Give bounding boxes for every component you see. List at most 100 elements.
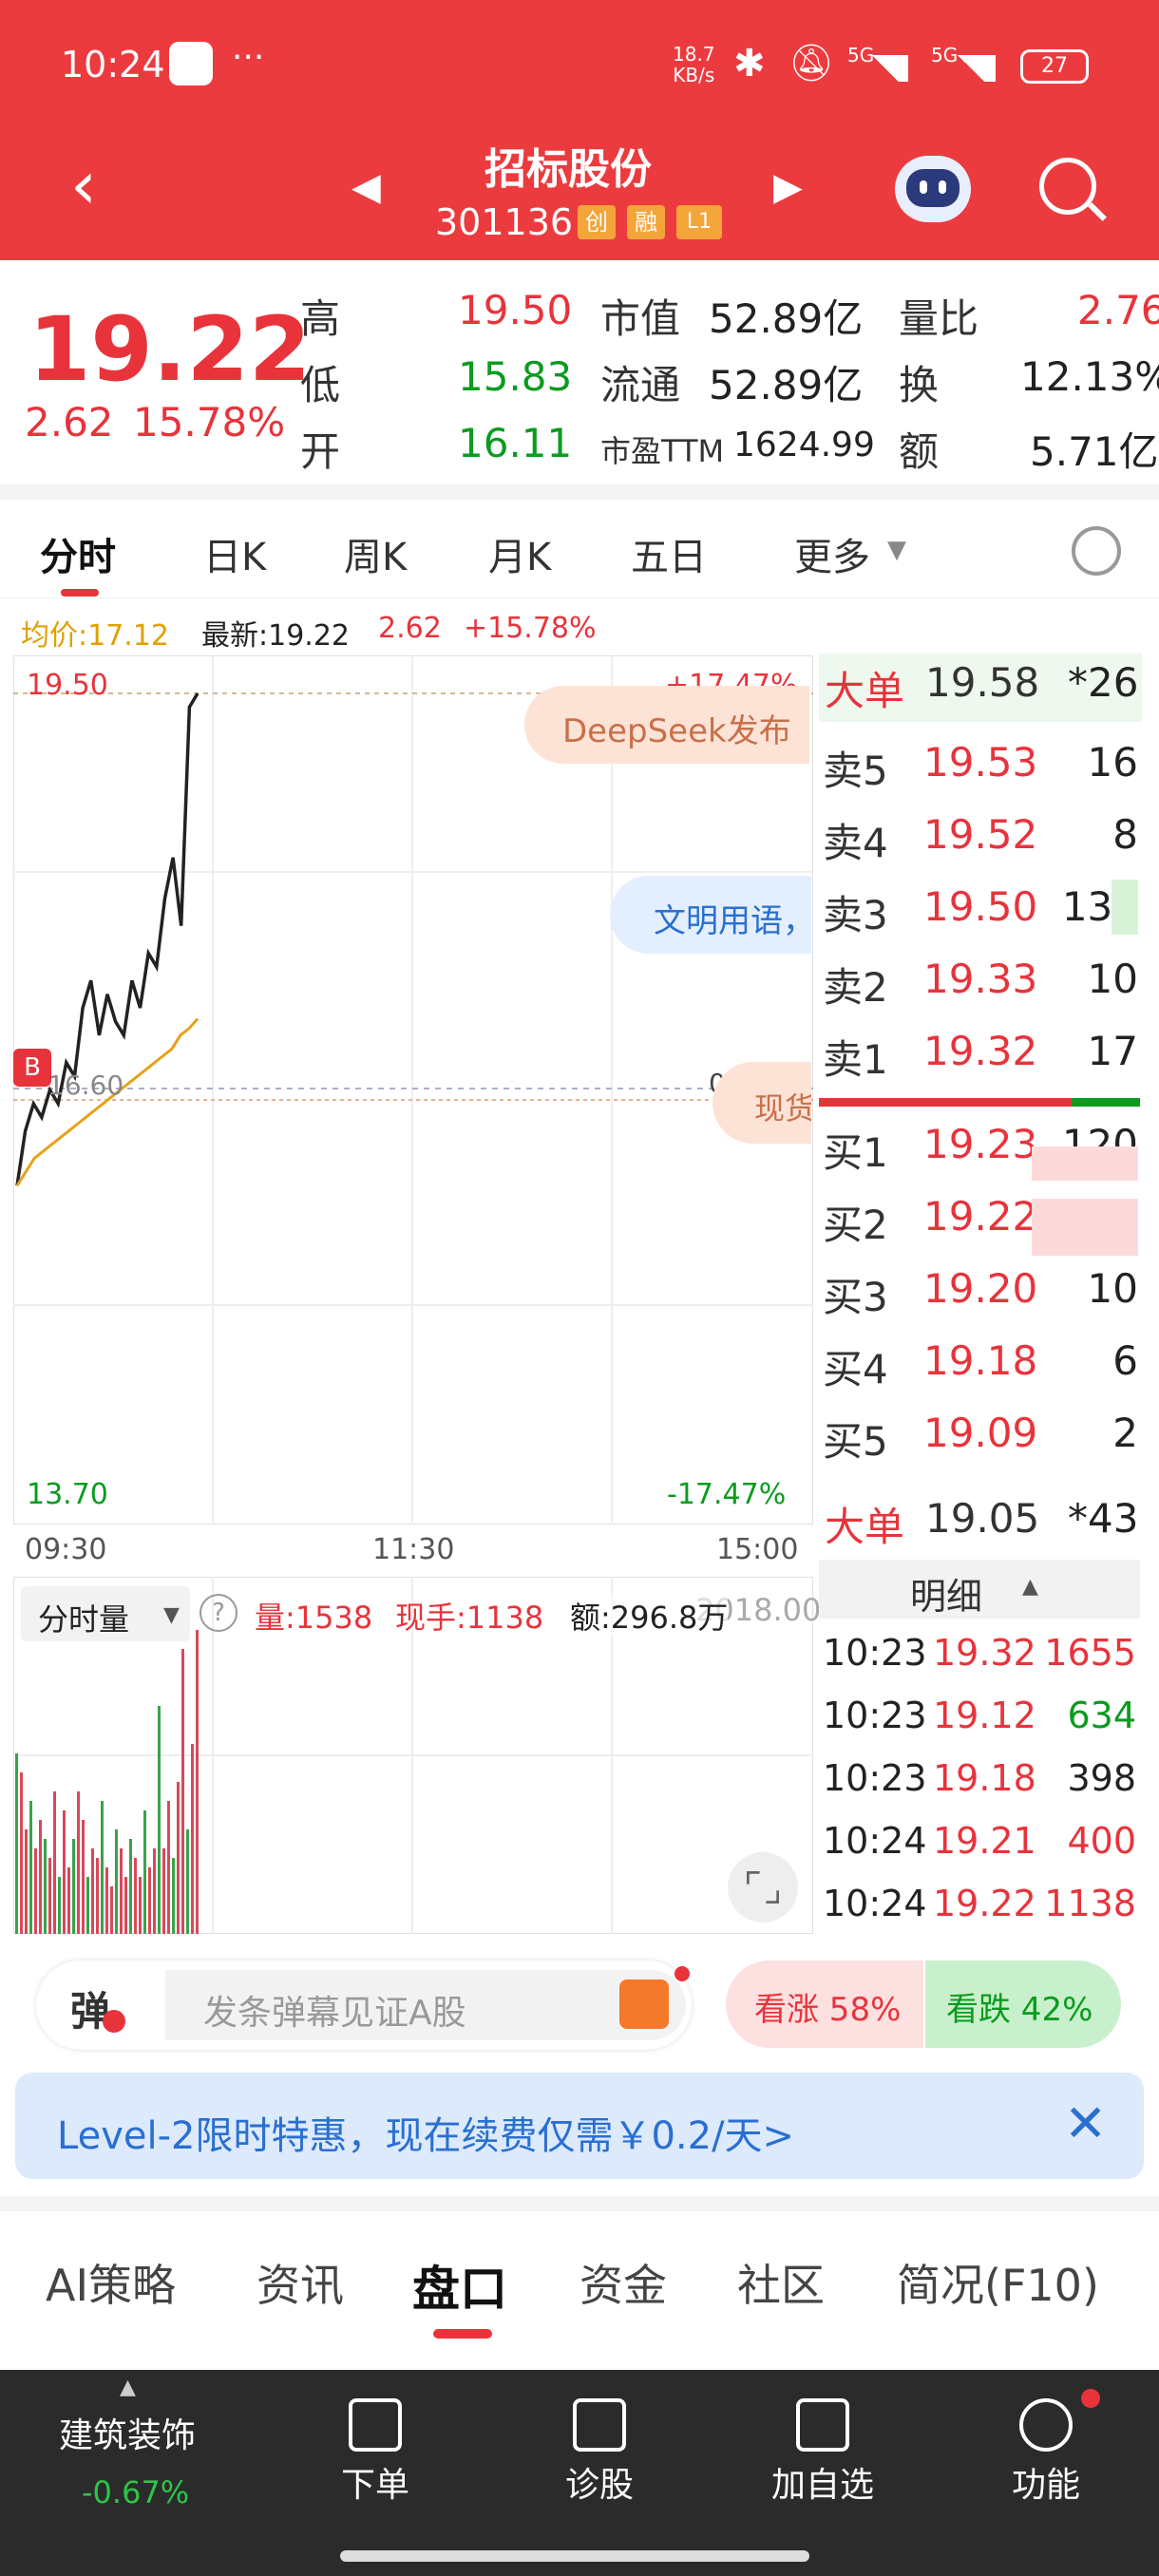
- bearish-label: 看跌 42%: [946, 1991, 1093, 2029]
- back-arrow-icon[interactable]: ‹: [70, 152, 97, 218]
- home-indicator: [340, 2550, 809, 2562]
- trade-row: 10:24 19.22 1138: [823, 1877, 1140, 1940]
- trade-time: 10:23: [823, 1695, 927, 1736]
- app-notification-icon: [169, 42, 213, 85]
- help-icon[interactable]: ?: [200, 1594, 238, 1632]
- danmu-bar[interactable]: 弹 发条弹幕见证A股: [36, 1960, 692, 2050]
- bid-volume: 10: [1087, 1265, 1138, 1312]
- battery-icon: 27: [1020, 49, 1089, 84]
- trade-volume: 634: [1067, 1695, 1136, 1736]
- tab-intraday[interactable]: 分时: [40, 526, 116, 581]
- bid-row-5[interactable]: 买5 19.09 2: [823, 1402, 1140, 1474]
- ask-volume: 8: [1112, 811, 1138, 858]
- volume-selector[interactable]: 分时量 ▼: [21, 1586, 190, 1641]
- ask-row-5[interactable]: 卖1 19.32 17: [823, 1020, 1140, 1092]
- trade-row: 10:23 19.18 398: [823, 1752, 1140, 1814]
- ask-row-3[interactable]: 卖3 19.50 131: [823, 876, 1140, 948]
- nav-diagnose[interactable]: 诊股: [557, 2398, 642, 2507]
- volume-bar: [101, 1801, 104, 1934]
- nav-order[interactable]: 下单: [332, 2398, 418, 2507]
- ai-robot-icon[interactable]: [895, 156, 971, 222]
- tab-daily-k[interactable]: 日K: [203, 526, 266, 581]
- tab-weekly-k[interactable]: 周K: [344, 526, 407, 581]
- quote-panel: 19.22 2.62 15.78% 高 19.50 低 15.83 开 16.1…: [0, 260, 1159, 484]
- ask-price: 19.33: [923, 956, 1038, 1002]
- trade-volume: 1138: [1044, 1883, 1136, 1924]
- tab-order-book[interactable]: 盘口: [412, 2251, 507, 2320]
- tab-five-day[interactable]: 五日: [631, 526, 707, 581]
- promo-banner[interactable]: Level-2限时特惠，现在续费仅需￥0.2/天> ✕: [15, 2073, 1144, 2179]
- big-order-top-val: *26: [1068, 659, 1139, 706]
- nav-functions[interactable]: 功能: [1003, 2398, 1089, 2507]
- tab-ai-strategy[interactable]: AI策略: [46, 2251, 176, 2314]
- status-bar: 10:24 ··· 18.7 KB/s ✱ 🔕︎ 5G 5G 27: [0, 0, 1159, 133]
- tab-monthly-k[interactable]: 月K: [488, 526, 551, 581]
- volume-bar: [129, 1839, 132, 1934]
- ask-row-4[interactable]: 卖2 19.33 10: [823, 948, 1140, 1020]
- trade-time: 10:24: [823, 1883, 927, 1924]
- intraday-chart[interactable]: [13, 655, 813, 1525]
- ask-price: 19.53: [923, 739, 1038, 786]
- danmu-input[interactable]: 发条弹幕见证A股: [165, 1966, 690, 2040]
- news-banner-2[interactable]: 文明用语，: [610, 876, 811, 954]
- search-icon-handle: [1088, 202, 1107, 221]
- nav-add-watchlist[interactable]: 加自选: [766, 2398, 880, 2507]
- order-icon: [349, 2398, 402, 2452]
- tab-profile[interactable]: 简况(F10): [897, 2251, 1099, 2314]
- news-banner-1[interactable]: DeepSeek发布: [524, 686, 809, 764]
- signal-icon-1: [863, 55, 908, 82]
- news-banner-3[interactable]: 现货: [712, 1062, 811, 1144]
- pe-value: 1624.99: [733, 426, 875, 464]
- bullish-button[interactable]: 看涨 58%: [726, 1960, 923, 2048]
- gift-badge: [674, 1966, 690, 1981]
- volume-bar: [177, 1782, 180, 1934]
- pe-label: 市盈TTM: [600, 433, 725, 469]
- buy-marker[interactable]: B: [13, 1049, 51, 1087]
- bid-bar: [1072, 1098, 1140, 1107]
- tab-news[interactable]: 资讯: [256, 2251, 344, 2314]
- volume-bar: [77, 1791, 80, 1934]
- functions-badge: [1081, 2389, 1100, 2408]
- tab-funds[interactable]: 资金: [580, 2251, 667, 2314]
- detail-header[interactable]: 明细 ▲: [819, 1560, 1140, 1619]
- signal-icon-2: [946, 55, 996, 82]
- amount-label: 额: [899, 428, 940, 475]
- ask-volume: 16: [1087, 739, 1138, 786]
- bid-price: 19.20: [923, 1265, 1038, 1312]
- gift-icon[interactable]: [619, 1979, 669, 2029]
- badge-rong: 融: [627, 205, 665, 239]
- close-icon[interactable]: ✕: [1064, 2093, 1107, 2153]
- volume-bar: [15, 1753, 18, 1934]
- y-mid-label: 16.60: [48, 1070, 124, 1101]
- bid-row-3[interactable]: 买3 19.20 10: [823, 1258, 1140, 1330]
- volume-chevron-icon: ▼: [163, 1603, 180, 1627]
- volume-amount: 额:296.8万: [570, 1594, 729, 1638]
- low-value: 15.83: [458, 353, 573, 400]
- volume-bar: [44, 1839, 47, 1934]
- mktcap-label: 市值: [600, 295, 681, 342]
- float-label: 流通: [600, 362, 681, 408]
- bearish-button[interactable]: 看跌 42%: [925, 1960, 1121, 2048]
- bid-row-4[interactable]: 买4 19.18 6: [823, 1330, 1140, 1402]
- info-change: 2.62: [378, 612, 442, 645]
- nav-add-watchlist-label: 加自选: [770, 2466, 874, 2505]
- bid-label: 买4: [823, 1346, 888, 1392]
- open-value: 16.11: [458, 420, 573, 466]
- expand-icon[interactable]: [728, 1852, 798, 1923]
- sector-name[interactable]: 建筑装饰: [59, 2408, 196, 2457]
- volume-bar: [158, 1706, 161, 1934]
- tab-indicator: [61, 589, 99, 597]
- settings-icon[interactable]: [1072, 526, 1121, 576]
- ask-row-2[interactable]: 卖4 19.52 8: [823, 804, 1140, 876]
- ask-volume: 10: [1087, 956, 1138, 1002]
- trade-volume: 398: [1067, 1757, 1136, 1799]
- ask-row-1[interactable]: 卖5 19.53 16: [823, 731, 1140, 804]
- volume-bar: [196, 1630, 199, 1934]
- tab-community[interactable]: 社区: [737, 2251, 825, 2314]
- next-stock-icon[interactable]: ▶: [773, 165, 803, 209]
- volume-bar: [82, 1820, 85, 1934]
- tab-more[interactable]: 更多: [794, 526, 870, 581]
- bid-label: 买1: [823, 1129, 888, 1176]
- chevron-down-icon: ▼: [887, 536, 906, 564]
- prev-stock-icon[interactable]: ◀: [352, 165, 381, 209]
